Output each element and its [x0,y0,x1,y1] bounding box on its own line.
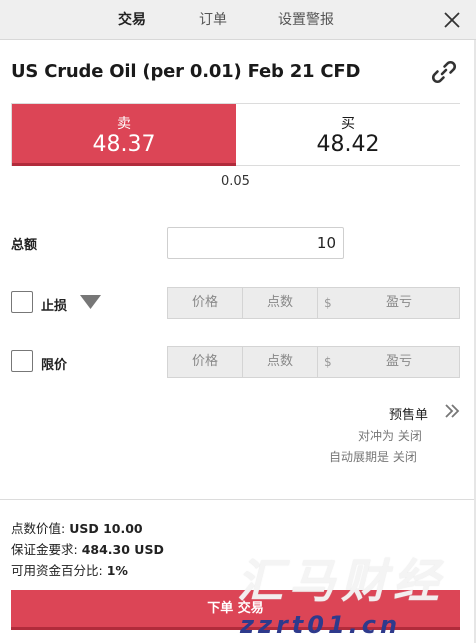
close-icon[interactable] [442,10,462,30]
stop-loss-fields: 价格 点数 $ 盈亏 [167,287,460,319]
triangle-down-icon[interactable] [79,294,102,310]
stop-loss-price-input[interactable]: 价格 [168,288,243,318]
funds-percent-label: 可用资金百分比: [11,563,103,578]
limit-pl-input[interactable]: 盈亏 [338,347,460,377]
stop-loss-points-input[interactable]: 点数 [243,288,318,318]
amount-label: 总额 [11,238,38,253]
sell-price: 48.37 [92,132,156,157]
limit-fields: 价格 点数 $ 盈亏 [167,346,460,378]
stop-loss-checkbox[interactable] [11,291,33,313]
rollover-status: 自动展期是 关闭 [329,450,417,464]
limit-price-input[interactable]: 价格 [168,347,243,377]
top-tab-bar: 交易 订单 设置警报 [0,0,476,40]
limit-checkbox[interactable] [11,350,33,372]
point-value-info: 点数价值: USD 10.00 [11,518,143,537]
double-chevron-right-icon[interactable] [444,403,460,419]
margin-label: 保证金要求: [11,542,78,557]
tab-orders[interactable]: 订单 [199,0,227,40]
divider [0,499,476,500]
currency-symbol: $ [324,355,332,369]
tab-trade[interactable]: 交易 [118,0,146,40]
funds-percent-info: 可用资金百分比: 1% [11,560,128,579]
pending-order-link[interactable]: 预售单 [389,404,428,423]
stop-loss-pl-input[interactable]: 盈亏 [338,288,460,318]
spread-value: 0.05 [221,174,250,189]
buy-price: 48.42 [316,132,380,157]
sell-button[interactable]: 卖 48.37 [12,104,236,166]
margin-value: 484.30 USD [81,542,164,557]
point-value: USD 10.00 [69,521,143,536]
instrument-title: US Crude Oil (per 0.01) Feb 21 CFD [11,61,361,82]
place-order-button[interactable]: 下单 交易 [11,590,460,630]
limit-label: 限价 [41,358,68,373]
buy-label: 买 [341,116,355,132]
buy-button[interactable]: 买 48.42 [236,104,460,165]
stop-loss-label: 止损 [41,299,68,314]
hedging-status: 对冲为 关闭 [358,429,422,443]
quote-panel: 卖 48.37 买 48.42 [11,103,460,166]
tab-set-alerts[interactable]: 设置警报 [278,0,334,40]
margin-info: 保证金要求: 484.30 USD [11,539,164,558]
link-icon[interactable] [430,58,458,86]
limit-points-input[interactable]: 点数 [243,347,318,377]
funds-percent-value: 1% [106,563,128,578]
currency-symbol: $ [324,296,332,310]
point-value-label: 点数价值: [11,521,66,536]
amount-input[interactable]: 10 [167,227,344,259]
sell-label: 卖 [117,116,131,132]
